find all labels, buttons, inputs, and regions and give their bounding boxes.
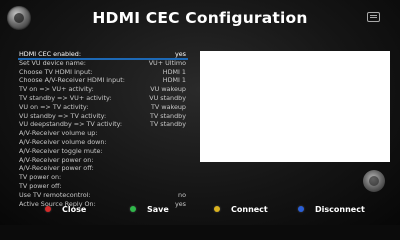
setting-label: A/V-Receiver volume down:	[19, 137, 107, 146]
red-button-icon	[45, 206, 51, 212]
setting-label: A/V-Receiver volume up:	[19, 129, 98, 138]
setting-row-vu-deepstandby-tv-activity[interactable]: VU deepstandby => TV activity: TV standb…	[18, 120, 188, 129]
setting-row-device-name[interactable]: Set VU device name: VU+ Ultimo	[18, 59, 188, 68]
setting-row-use-tv-remotecontrol[interactable]: Use TV remotecontrol: no	[18, 191, 188, 200]
setting-value: VU standby	[149, 93, 186, 102]
setting-value: TV standby	[149, 120, 186, 129]
yellow-button-icon	[214, 206, 220, 212]
setting-row-hdmi-cec-enabled[interactable]: HDMI CEC enabled: yes	[18, 50, 188, 60]
setting-value: HDMI 1	[162, 76, 186, 85]
green-button-icon	[130, 206, 136, 212]
setting-label: HDMI CEC enabled:	[19, 50, 82, 58]
setting-label: VU standby => TV activity:	[19, 111, 107, 120]
setting-row-tv-on-vu-activity[interactable]: TV on => VU+ activity: VU wakeup	[18, 85, 188, 94]
setting-row-tv-hdmi-input[interactable]: Choose TV HDMI input: HDMI 1	[18, 68, 188, 77]
setting-value: TV standby	[149, 111, 186, 120]
setting-row-receiver-volume-up[interactable]: A/V-Receiver volume up:	[18, 129, 188, 138]
setting-label: A/V-Receiver toggle mute:	[19, 146, 103, 155]
close-label: Close	[62, 204, 87, 214]
setting-row-receiver-hdmi-input[interactable]: Choose A/V-Receiver HDMI input: HDMI 1	[18, 76, 188, 85]
setting-value: HDMI 1	[162, 67, 186, 76]
setting-label: TV on => VU+ activity:	[19, 85, 94, 94]
setting-label: Choose TV HDMI input:	[19, 67, 93, 76]
setting-row-tv-power-on[interactable]: TV power on:	[18, 173, 188, 182]
setting-label: TV power off:	[19, 181, 62, 190]
disconnect-button[interactable]: Disconnect	[298, 200, 365, 218]
setting-label: VU deepstandby => TV activity:	[19, 120, 123, 129]
settings-list[interactable]: HDMI CEC enabled: yes Set VU device name…	[18, 50, 188, 208]
page-title: HDMI CEC Configuration	[92, 9, 308, 27]
save-label: Save	[147, 204, 169, 214]
connect-button[interactable]: Connect	[214, 200, 268, 218]
setting-label: TV standby => VU+ activity:	[19, 93, 112, 102]
save-button[interactable]: Save	[130, 200, 169, 218]
setting-row-tv-power-off[interactable]: TV power off:	[18, 182, 188, 191]
setting-row-vu-on-tv-activity[interactable]: VU on => TV activity: TV wakeup	[18, 103, 188, 112]
setting-label: A/V-Receiver power off:	[19, 164, 94, 173]
setting-label: VU on => TV activity:	[19, 102, 89, 111]
close-button[interactable]: Close	[45, 200, 86, 218]
setting-label: Set VU device name:	[19, 58, 86, 67]
setting-row-receiver-power-off[interactable]: A/V-Receiver power off:	[18, 164, 188, 173]
setting-label: TV power on:	[19, 173, 62, 182]
brand-logo-icon	[363, 170, 385, 192]
blue-button-icon	[298, 206, 304, 212]
setting-label: Use TV remotecontrol:	[19, 190, 91, 199]
setting-row-receiver-power-on[interactable]: A/V-Receiver power on:	[18, 156, 188, 165]
setting-value: TV wakeup	[151, 102, 186, 111]
setting-value: yes	[174, 50, 186, 58]
setting-value: VU wakeup	[150, 85, 186, 94]
setting-value: no	[178, 190, 186, 199]
setting-row-tv-standby-vu-activity[interactable]: TV standby => VU+ activity: VU standby	[18, 94, 188, 103]
footer-button-bar: Close Save Connect Disconnect	[0, 200, 400, 218]
setting-label: Choose A/V-Receiver HDMI input:	[19, 76, 125, 85]
setting-row-receiver-volume-down[interactable]: A/V-Receiver volume down:	[18, 138, 188, 147]
disconnect-label: Disconnect	[315, 204, 365, 214]
setting-row-vu-standby-tv-activity[interactable]: VU standby => TV activity: TV standby	[18, 112, 188, 121]
setting-label: A/V-Receiver power on:	[19, 155, 94, 164]
keyboard-icon	[367, 12, 380, 22]
setting-row-receiver-toggle-mute[interactable]: A/V-Receiver toggle mute:	[18, 147, 188, 156]
tv-preview-window	[200, 51, 390, 162]
connect-label: Connect	[231, 204, 268, 214]
header: HDMI CEC Configuration	[0, 0, 400, 38]
setting-value: VU+ Ultimo	[148, 58, 186, 67]
